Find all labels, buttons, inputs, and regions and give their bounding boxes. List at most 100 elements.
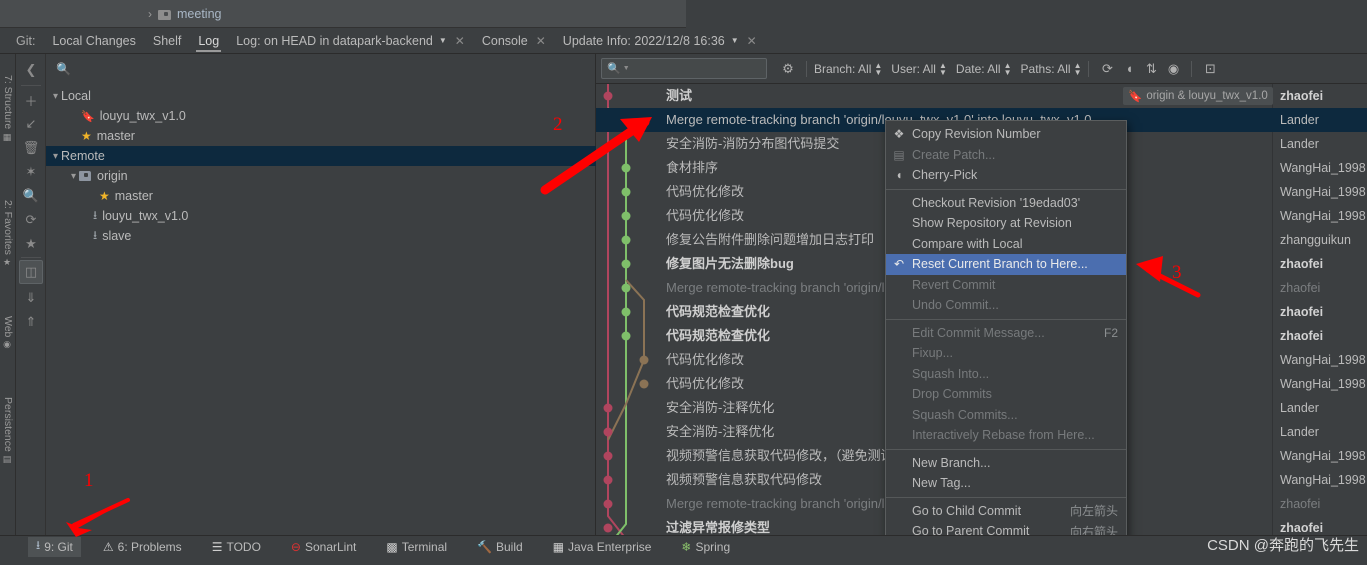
tab-shelf[interactable]: Shelf [153,28,182,54]
menu-item-new-branch[interactable]: New Branch... [886,453,1126,474]
favorite-button[interactable]: ★ [19,232,43,256]
chevron-updown-icon: ▲ ▼ [938,60,947,77]
menu-item-fixup[interactable]: Fixup... [886,343,1126,364]
menu-item-copy-revision-number[interactable]: ❖ Copy Revision Number [886,124,1126,145]
chevron-updown-icon: ▲ ▼ [874,60,883,77]
table-row[interactable]: 测试 🔖 origin & louyu_twx_v1.0 zhaofei [596,84,1367,108]
chevron-down-icon[interactable]: ▼ [623,65,630,72]
menu-item-squash-commits[interactable]: Squash Commits... [886,405,1126,426]
tree-node-remote[interactable]: ▾ Remote [46,146,596,166]
tab-local-changes[interactable]: Local Changes [52,28,135,54]
menu-item-label: Drop Commits [912,387,992,402]
expand-all-button[interactable]: ⇓ [19,286,43,310]
filter-paths[interactable]: Paths: All ▲ ▼ [1020,61,1082,76]
status-item-label: Terminal [401,539,448,554]
menu-item-show-repository-at-revision[interactable]: Show Repository at Revision [886,213,1126,234]
tool-window-tabs: Git: Local Changes Shelf Log Log: on HEA… [0,28,1367,54]
menu-item-drop-commits[interactable]: Drop Commits [886,384,1126,405]
gear-icon[interactable]: ⚙ [777,58,799,80]
commit-context-menu[interactable]: ❖ Copy Revision Number ▤ Create Patch...… [885,120,1127,546]
tree-node-local-master[interactable]: ★ master [46,126,596,146]
collapse-all-button[interactable]: ⇑ [19,310,43,334]
commit-subject: 过滤异常报修类型 [666,520,771,535]
chevron-down-icon[interactable]: ▾ [68,171,79,182]
menu-item-revert-commit[interactable]: Revert Commit [886,275,1126,296]
menu-item-label: Fixup... [912,346,953,361]
commit-subject: 代码规范检查优化 [666,304,771,319]
tree-node-origin-master[interactable]: ★ master [46,186,596,206]
tree-node-origin-louyu[interactable]: ⭳ louyu_twx_v1.0 [46,206,596,226]
chevron-down-icon[interactable]: ▼ [439,36,447,45]
chevron-down-icon[interactable]: ▼ [731,36,739,45]
show-branches-button[interactable]: ◫ [19,260,43,284]
tree-node-origin[interactable]: ▾ origin [46,166,596,186]
status-bar: ⭳ 9: Git ⚠ 6: Problems ☰ TODO ⊖ SonarLin… [0,535,1367,557]
filter-label: Paths: All [1020,61,1071,76]
refresh-icon[interactable]: ⟳ [1096,58,1118,80]
tab-log-on-head[interactable]: Log: on HEAD in datapark-backend ▼ ✕ [236,28,465,54]
tab-label: Shelf [152,33,182,48]
close-icon[interactable]: ✕ [747,34,757,48]
menu-item-compare-with-local[interactable]: Compare with Local [886,234,1126,255]
status-item-build[interactable]: 🔨 Build [469,537,531,557]
rail-label: Persistence [2,397,14,452]
rail-item-persistence[interactable]: Persistence ▤ [0,376,16,486]
delete-button[interactable]: 🗑 [19,136,43,160]
menu-item-edit-commit-message[interactable]: Edit Commit Message... F2 [886,323,1126,344]
checkout-button[interactable]: ↙ [19,112,43,136]
add-button[interactable]: ＋ [19,88,43,112]
tree-node-origin-slave[interactable]: ⭳ slave [46,226,596,246]
menu-item-checkout-revision[interactable]: Checkout Revision '19edad03' [886,193,1126,214]
commit-author: Lander [1280,113,1319,127]
menu-item-reset-current-branch-to-here[interactable]: ↶ Reset Current Branch to Here... [886,254,1126,275]
filter-branch[interactable]: Branch: All ▲ ▼ [814,60,883,77]
menu-item-go-to-child-commit[interactable]: Go to Child Commit 向左箭头 [886,501,1126,522]
commit-subject: 安全消防-消防分布图代码提交 [666,136,840,151]
filter-date[interactable]: Date: All ▲ ▼ [956,61,1012,76]
status-item-todo[interactable]: ☰ TODO [204,537,269,557]
show-details-icon[interactable]: ◉ [1162,58,1184,80]
chevron-down-icon[interactable]: ▾ [50,151,61,162]
close-icon[interactable]: ✕ [455,34,465,48]
tab-console[interactable]: Console ✕ [482,28,546,54]
commit-refs[interactable]: 🔖 origin & louyu_twx_v1.0 [1123,87,1273,105]
status-item-terminal[interactable]: ▩ Terminal [378,537,455,557]
status-item-java-enterprise[interactable]: ▦ Java Enterprise [545,537,660,557]
tab-log[interactable]: Log [196,28,222,54]
open-in-editor-icon[interactable]: ⊡ [1199,58,1221,80]
chevron-down-icon[interactable]: ▾ [50,91,61,102]
status-item-problems[interactable]: ⚠ 6: Problems [95,537,190,557]
menu-item-undo-commit[interactable]: Undo Commit... [886,295,1126,316]
breadcrumb[interactable]: › meeting [148,0,221,28]
commit-author: zhaofei [1280,497,1321,511]
close-icon[interactable]: ✕ [536,34,546,48]
refresh-button[interactable]: ⟳ [19,208,43,232]
rail-item-web[interactable]: Web ◉ [0,302,16,364]
sort-icon[interactable]: ⇅ [1140,58,1162,80]
cherry-pick-icon[interactable]: ◖ [1118,58,1140,80]
tree-node-local[interactable]: ▾ Local [46,86,596,106]
menu-item-label: Edit Commit Message... [912,325,1045,340]
filter-user[interactable]: User: All ▲ ▼ [891,60,947,77]
rail-item-structure[interactable]: 7: Structure ▦ [0,54,16,164]
tab-update-info[interactable]: Update Info: 2022/12/8 16:36 ▼ ✕ [563,28,757,54]
search-button[interactable]: 🔍 [19,184,43,208]
status-item-spring[interactable]: ❄ Spring [673,537,738,557]
branch-search-input[interactable]: 🔍 [56,58,590,80]
menu-item-create-patch[interactable]: ▤ Create Patch... [886,145,1126,166]
collapse-panel-button[interactable]: ❮ [19,58,43,82]
menu-item-cherry-pick[interactable]: ◖ Cherry-Pick [886,165,1126,186]
menu-item-interactively-rebase-from-here[interactable]: Interactively Rebase from Here... [886,425,1126,446]
rail-item-favorites[interactable]: 2: Favorites ★ [0,178,16,290]
menu-item-new-tag[interactable]: New Tag... [886,473,1126,494]
status-item-sonarlint[interactable]: ⊖ SonarLint [283,537,364,557]
status-item-git[interactable]: ⭳ 9: Git [28,536,81,557]
merge-button[interactable]: ✶ [19,160,43,184]
warning-icon: ⚠ [102,539,114,554]
tab-label: Log: on HEAD in datapark-backend [236,33,433,48]
log-search-input[interactable]: 🔍 ▼ [601,58,767,79]
tab-label: Update Info: 2022/12/8 16:36 [562,33,725,48]
menu-item-squash-into[interactable]: Squash Into... [886,364,1126,385]
tree-node-tag-louyu[interactable]: 🔖 louyu_twx_v1.0 [46,106,596,126]
tab-label: Local Changes [52,33,136,48]
